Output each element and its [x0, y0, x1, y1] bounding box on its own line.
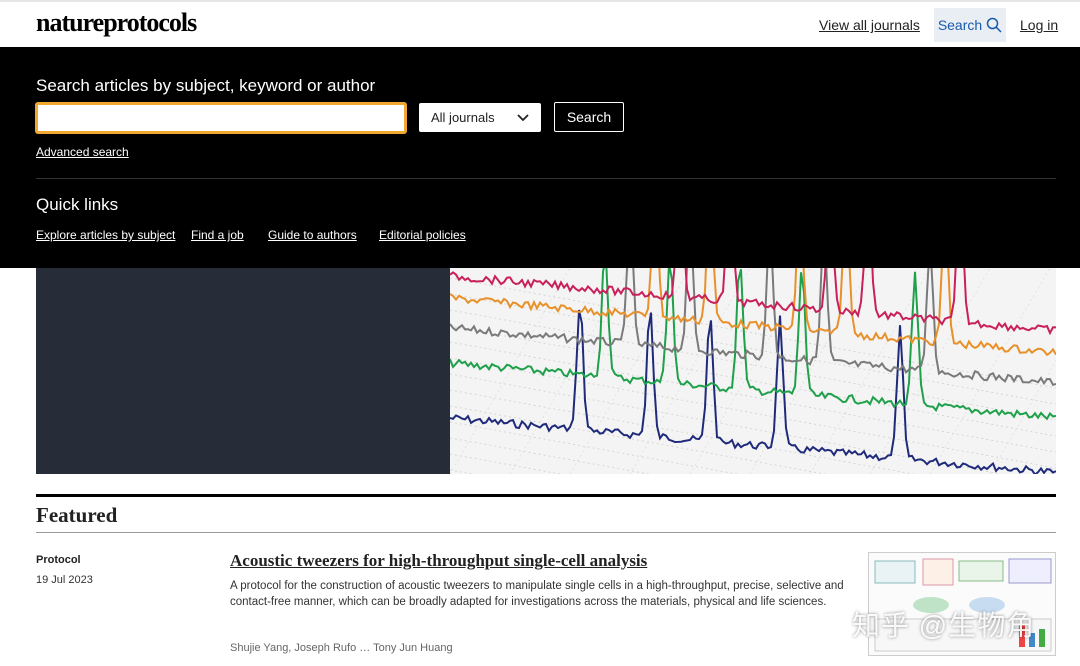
quick-link-find-job[interactable]: Find a job — [191, 228, 244, 242]
hero-grid-line — [450, 469, 475, 474]
hero-grid-line — [450, 325, 1056, 437]
article-authors: Shujie Yang, Joseph Rufo … Tony Jun Huan… — [230, 642, 453, 654]
hero-grid-line — [929, 268, 1051, 474]
hero-grid-line — [450, 309, 1056, 421]
hero-dark-panel — [36, 268, 450, 474]
watermark-text: 知乎 @生物角 — [852, 610, 1036, 641]
article-abstract: A protocol for the construction of acous… — [230, 580, 844, 608]
featured-subrule — [36, 532, 1056, 533]
advanced-search-link[interactable]: Advanced search — [36, 145, 129, 159]
hero-grid-line — [450, 389, 916, 474]
header-search-button[interactable]: Search — [934, 8, 1006, 42]
quick-link-editorial-policies[interactable]: Editorial policies — [379, 228, 466, 242]
hero-grid-line — [989, 359, 1056, 474]
article-date: 19 Jul 2023 — [36, 574, 93, 586]
panel-divider — [36, 178, 1056, 179]
hero-grid-line — [450, 341, 1056, 453]
header-search-label: Search — [937, 17, 983, 33]
chevron-down-icon — [517, 113, 529, 121]
search-heading: Search articles by subject, keyword or a… — [36, 76, 376, 95]
hero-grid-line — [450, 373, 1004, 474]
quick-links-heading: Quick links — [36, 195, 119, 214]
site-header: natureprotocols View all journals Search… — [0, 0, 1080, 47]
search-submit-button[interactable]: Search — [554, 102, 624, 132]
hero-image[interactable] — [450, 268, 1056, 474]
article-title-link[interactable]: Acoustic tweezers for high-throughput si… — [230, 551, 647, 571]
hero-grid-line — [1049, 462, 1056, 474]
search-panel: Search articles by subject, keyword or a… — [0, 47, 1080, 268]
journal-select[interactable]: All journals — [419, 103, 541, 132]
search-input[interactable] — [35, 102, 407, 134]
view-all-journals-link[interactable]: View all journals — [819, 17, 920, 33]
article-type: Protocol — [36, 554, 81, 566]
login-link[interactable]: Log in — [1020, 17, 1058, 33]
quick-link-explore-subject[interactable]: Explore articles by subject — [36, 228, 175, 242]
quick-link-guide-authors[interactable]: Guide to authors — [268, 228, 357, 242]
magnifier-icon — [986, 17, 1002, 33]
site-logo[interactable]: natureprotocols — [36, 8, 197, 38]
journal-select-value: All journals — [431, 110, 495, 125]
hero-spectra-graphic — [450, 268, 1056, 474]
featured-heading: Featured — [36, 503, 118, 527]
featured-rule — [36, 494, 1056, 497]
